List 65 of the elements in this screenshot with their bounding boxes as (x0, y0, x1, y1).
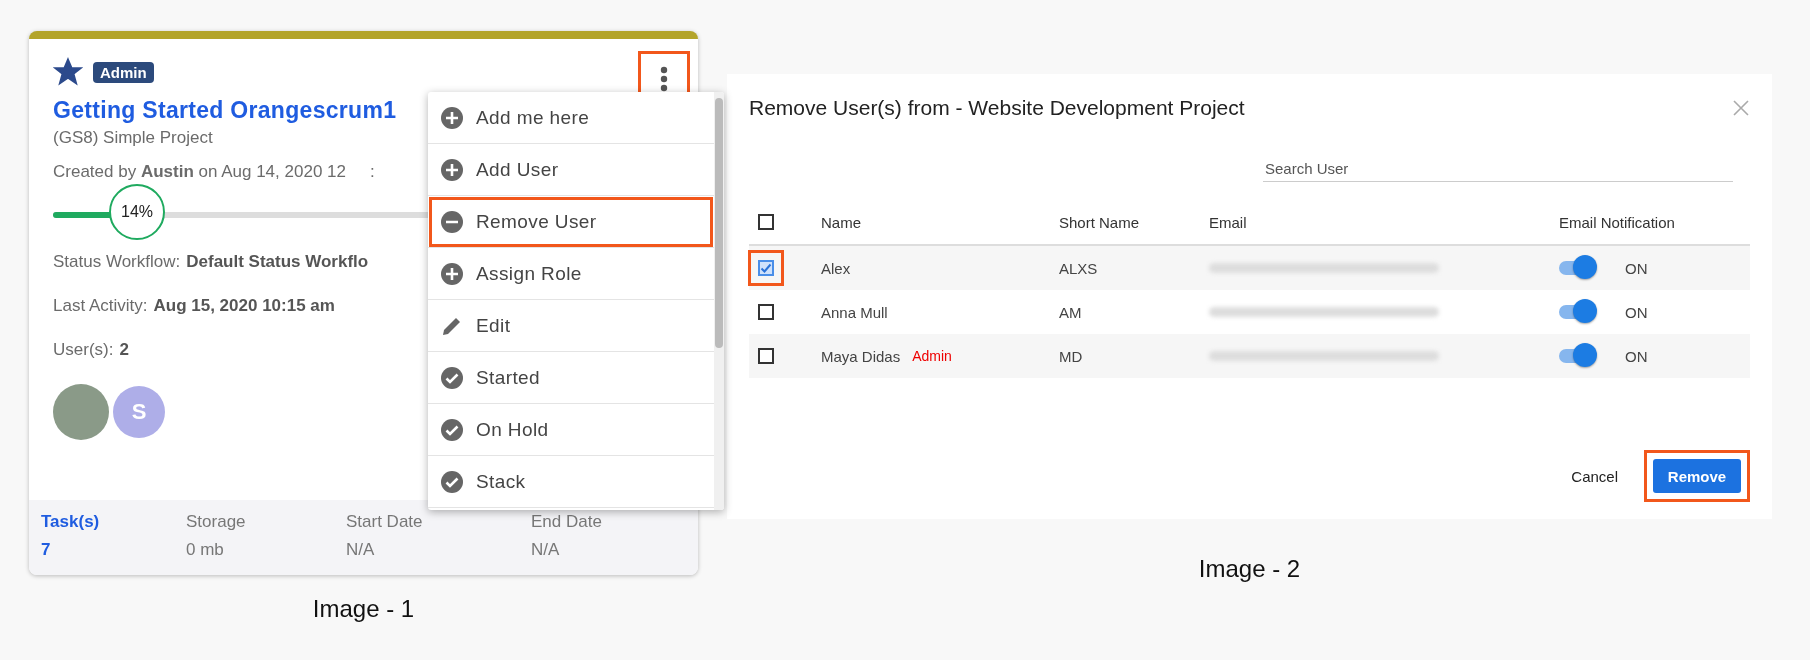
footer-value: N/A (346, 540, 376, 560)
avatar-photo-placeholder (53, 384, 109, 440)
project-type: (GS8) Simple Project (53, 128, 214, 148)
footer-value[interactable]: 7 (41, 540, 186, 560)
notification-toggle[interactable] (1559, 343, 1599, 369)
check-circle-icon (440, 417, 464, 442)
column-header: Email Notification (1559, 213, 1675, 231)
select-all-checkbox[interactable] (758, 214, 774, 230)
plus-circle-icon (440, 261, 464, 286)
status-workflow-value: Default Status Workflo (186, 252, 369, 272)
close-icon[interactable] (1732, 99, 1750, 117)
role-label: Admin (912, 348, 952, 364)
last-activity-value: Aug 15, 2020 10:15 am (153, 296, 335, 316)
footer-value: N/A (531, 540, 561, 560)
check-circle-icon (440, 365, 464, 390)
user-name: Alex (821, 259, 851, 277)
menu-item[interactable]: Add me here (428, 92, 714, 144)
column-header: Name (821, 213, 861, 231)
menu-item[interactable]: Remove User (428, 196, 714, 248)
avatar-initial: S (113, 386, 165, 438)
image-caption: Image - 2 (1198, 555, 1301, 583)
notification-toggle[interactable] (1559, 299, 1599, 325)
plus-circle-icon (440, 157, 464, 182)
progress-reading: 14% (109, 184, 165, 240)
toggle-state: ON (1625, 259, 1648, 277)
status-workflow-label: Status Workflow: (53, 252, 181, 272)
scrollbar-thumb[interactable] (715, 98, 723, 348)
footer-label[interactable]: Task(s) (41, 512, 186, 532)
users-count: 2 (119, 340, 129, 360)
plus-circle-icon (440, 105, 464, 130)
user-name: Anna Mull (821, 303, 888, 321)
image-caption: Image - 1 (312, 595, 415, 623)
last-activity-label: Last Activity: (53, 296, 148, 316)
menu-item[interactable]: Started (428, 352, 714, 404)
created-time: : (370, 162, 375, 182)
menu-item[interactable]: On Hold (428, 404, 714, 456)
short-name: AM (1059, 303, 1082, 321)
admin-badge: Admin (93, 61, 154, 83)
users-label: User(s): (53, 340, 114, 360)
footer-label: Start Date (346, 512, 424, 532)
checkmark-icon (760, 262, 772, 274)
menu-item[interactable]: Stack (428, 456, 714, 508)
remove-button[interactable]: Remove (1653, 459, 1741, 493)
cancel-button[interactable]: Cancel (1565, 466, 1624, 486)
footer-value: 0 mb (186, 540, 225, 560)
row-checkbox[interactable] (758, 260, 774, 276)
row-checkbox[interactable] (758, 348, 774, 364)
column-header: Email (1209, 213, 1247, 231)
toggle-state: ON (1625, 347, 1648, 365)
footer-label: Storage (186, 512, 247, 532)
user-name: Maya Didas (821, 347, 901, 365)
row-checkbox[interactable] (758, 304, 774, 320)
created-info: Created by Austin on Aug 14, 2020 12 (53, 162, 346, 182)
menu-item[interactable]: Assign Role (428, 248, 714, 300)
short-name: ALXS (1059, 259, 1098, 277)
dialog-title: Remove User(s) from - Website Development Project (749, 96, 1245, 120)
short-name: MD (1059, 347, 1083, 365)
notification-toggle[interactable] (1559, 255, 1599, 281)
menu-item[interactable]: Add User (428, 144, 714, 196)
minus-circle-icon (440, 209, 464, 234)
vertical-dots-icon (660, 66, 668, 92)
footer-label: End Date (531, 512, 603, 532)
check-circle-icon (440, 469, 464, 494)
column-header: Short Name (1059, 213, 1140, 231)
toggle-state: ON (1625, 303, 1648, 321)
